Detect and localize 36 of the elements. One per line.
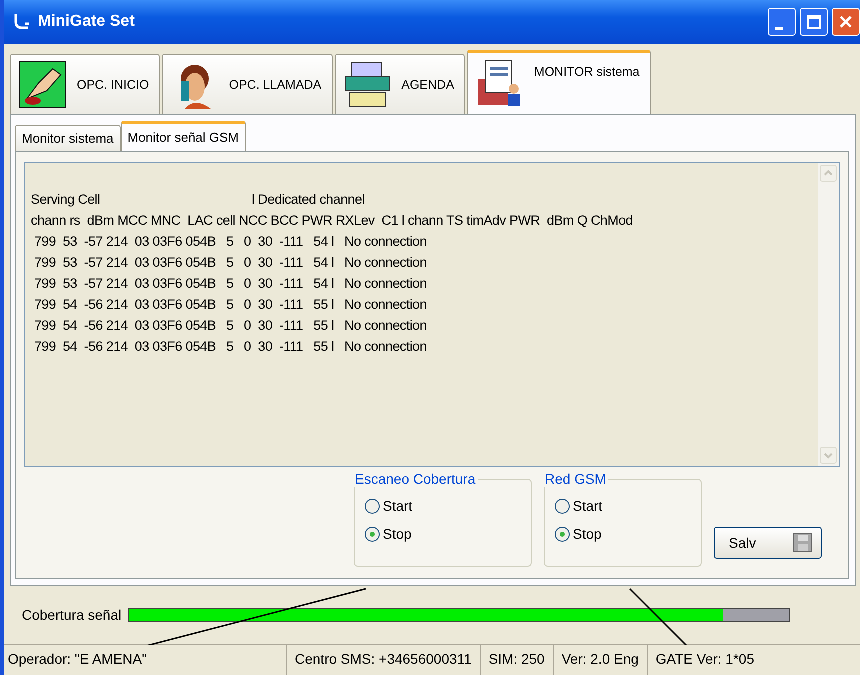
radio-option[interactable]: Stop (365, 526, 531, 542)
phone-handset-icon (12, 12, 32, 32)
monitor-text-line: 799 54 -56 214 03 03F6 054B 5 0 30 -111 55 l No connection (33, 338, 428, 356)
window-title: MiniGate Set (38, 13, 136, 31)
sub-tab[interactable]: Monitor sistema (15, 125, 121, 151)
printer-icon (344, 60, 392, 108)
radio-option[interactable]: Stop (555, 526, 701, 542)
group-title: Red GSM (543, 471, 608, 487)
close-icon (839, 15, 853, 29)
minimize-icon (775, 26, 783, 30)
monitor-text-line: 799 53 -57 214 03 03F6 054B 5 0 30 -111 54 l No connection (33, 275, 428, 293)
main-tab[interactable]: OPC. INICIO (10, 54, 160, 114)
monitor-text-line: 799 54 -56 214 03 03F6 054B 5 0 30 -111 55 l No connection (33, 317, 428, 335)
sub-tab[interactable]: Monitor señal GSM (120, 121, 246, 151)
monitor-text-line: Serving Cell l Dedicated channel (31, 191, 366, 209)
maximize-icon (807, 15, 821, 29)
monitor-text-line: 799 53 -57 214 03 03F6 054B 5 0 30 -111 54 l No connection (33, 254, 428, 272)
main-tab[interactable]: MONITOR sistema (467, 50, 651, 114)
group-title: Escaneo Cobertura (353, 471, 478, 487)
monitor-text-line: 799 53 -57 214 03 03F6 054B 5 0 30 -111 54 l No connection (33, 233, 428, 251)
minimize-button[interactable] (768, 8, 796, 36)
monitor-text-line: 799 54 -56 214 03 03F6 054B 5 0 30 -111 55 l No connection (33, 296, 428, 314)
maximize-button[interactable] (800, 8, 828, 36)
main-tab[interactable]: OPC. LLAMADA (162, 54, 333, 114)
monitor-text-line: chann rs dBm MCC MNC LAC cell NCC BCC PWR RXLev C1 l chann TS timAdv PWR dBm Q ChMod (31, 212, 634, 230)
radio-button[interactable] (365, 498, 380, 514)
radio-option[interactable]: Start (555, 498, 701, 514)
radio-button[interactable] (555, 526, 570, 542)
radio-button[interactable] (365, 526, 380, 542)
close-button[interactable] (832, 8, 860, 36)
radio-button[interactable] (555, 498, 570, 514)
radio-option[interactable]: Start (365, 498, 531, 514)
save-button[interactable]: Salv (714, 527, 822, 559)
coverage-label: Cobertura señal (22, 607, 122, 623)
monitor-text-area[interactable] (24, 162, 840, 467)
main-tab[interactable]: AGENDA (334, 54, 466, 114)
